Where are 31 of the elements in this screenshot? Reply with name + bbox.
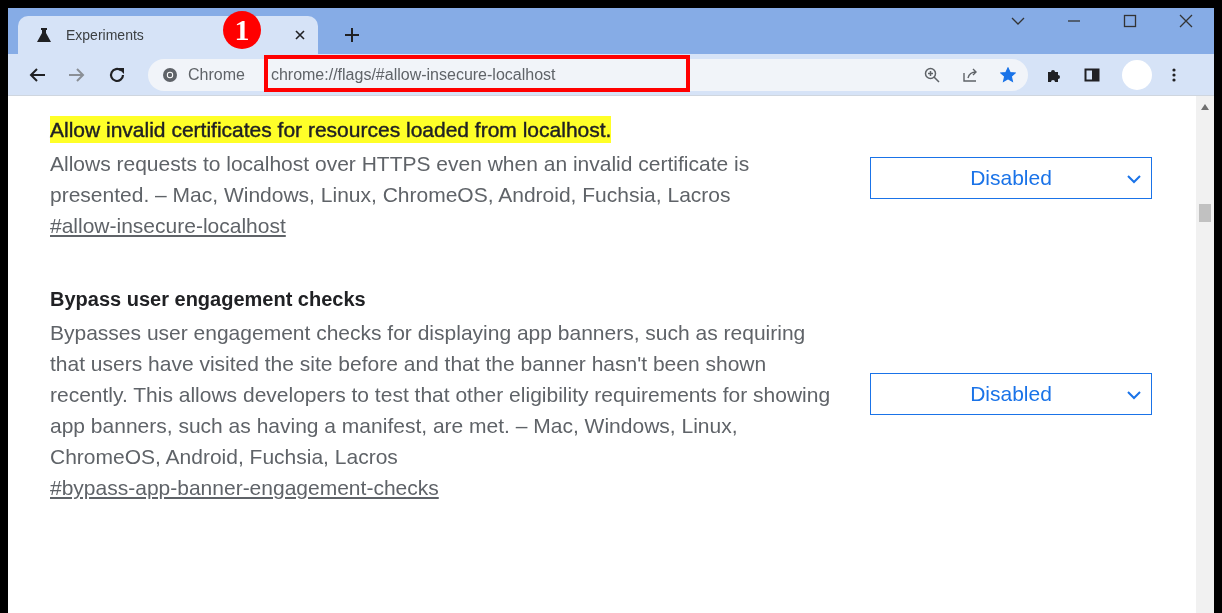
step-number-badge: 1 xyxy=(223,11,261,49)
new-tab-icon[interactable] xyxy=(344,27,360,43)
tab-title: Experiments xyxy=(66,27,144,43)
star-icon[interactable] xyxy=(1000,66,1016,83)
address-bar[interactable]: Chrome chrome://flags/#allow-insecure-localhost xyxy=(148,58,1028,91)
flag-link[interactable]: #bypass-app-banner-engagement-checks xyxy=(50,476,439,500)
site-label: Chrome xyxy=(188,65,245,84)
chrome-logo-icon xyxy=(162,66,178,83)
scrollbar[interactable] xyxy=(1196,96,1214,613)
caret-icon xyxy=(1127,174,1141,184)
flask-icon xyxy=(36,27,52,43)
maximize-icon[interactable] xyxy=(1123,14,1137,28)
flag-title: Bypass user engagement checks xyxy=(50,287,366,312)
flag-link[interactable]: #allow-insecure-localhost xyxy=(50,214,286,238)
side-panel-icon[interactable] xyxy=(1084,66,1100,83)
zoom-in-icon[interactable] xyxy=(924,66,940,83)
flag-description: Allows requests to localhost over HTTPS even when an invalid certificate is presented. – Mac, Windows, Linux, ChromeOS, Android, Fuchsia, Lacros xyxy=(50,151,751,208)
flag-dropdown[interactable]: Disabled xyxy=(870,157,1152,199)
flag-dropdown[interactable]: Disabled xyxy=(870,373,1152,415)
scrollbar-thumb[interactable] xyxy=(1199,204,1211,222)
url-text: chrome://flags/#allow-insecure-localhost xyxy=(270,65,556,84)
share-icon[interactable] xyxy=(962,66,978,83)
flag-title: Allow invalid certificates for resources loaded from localhost. xyxy=(50,116,612,143)
back-arrow-icon[interactable] xyxy=(28,65,46,84)
close-icon[interactable] xyxy=(294,29,306,41)
scroll-up-icon[interactable] xyxy=(1201,104,1209,110)
more-menu-icon[interactable] xyxy=(1172,66,1176,83)
caret-icon xyxy=(1127,390,1141,400)
flag-description: Bypasses user engagement checks for displaying app banners, such as requiring that users have visited the site before and that the banner hasn't been shown recently. This allows developers to test that other eligibility requirements for showing app banners, such as having a manifest, are met. – Mac, Windows, Linux, ChromeOS, Android, Fuchsia, Lacros xyxy=(50,320,832,470)
reload-icon[interactable] xyxy=(108,65,126,84)
close-icon[interactable] xyxy=(1179,14,1193,28)
